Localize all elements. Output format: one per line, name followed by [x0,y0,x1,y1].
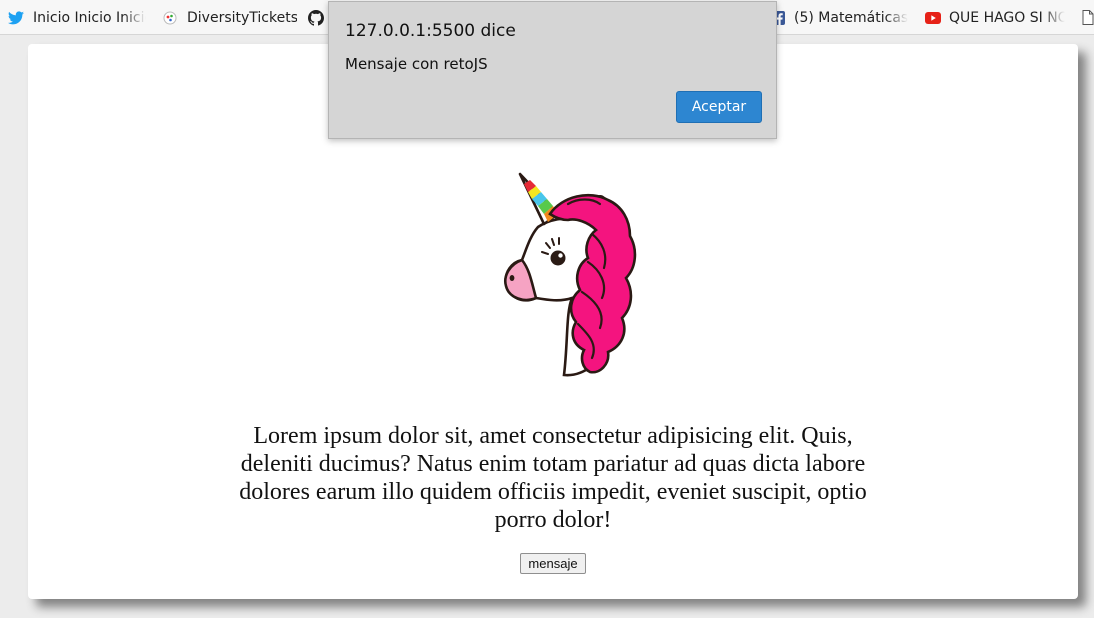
bookmark-label: (5) Matemáticas [794,9,909,26]
diversitytickets-icon [162,10,178,26]
dialog-message: Mensaje con retoJS [345,55,488,73]
alert-dialog: 127.0.0.1:5500 dice Mensaje con retoJS A… [328,1,777,139]
lorem-paragraph: Lorem ipsum dolor sit, amet consectetur … [239,423,867,533]
bookmark-label: QUE HAGO SI NO [949,9,1065,26]
bookmark-diversitytickets[interactable]: DiversityTickets [162,0,297,35]
twitter-icon [8,10,24,26]
bookmark-page[interactable] [1080,0,1094,35]
dialog-title: 127.0.0.1:5500 dice [345,21,516,41]
unicorn-illustration [504,172,637,377]
bookmark-github[interactable] [308,0,328,35]
bookmark-twitter[interactable]: Inicio Inicio Inicio [8,0,146,35]
mensaje-button[interactable]: mensaje [520,553,586,574]
accept-button[interactable]: Aceptar [676,91,762,123]
bookmark-facebook[interactable]: (5) Matemáticas [770,0,910,35]
bookmark-label: Inicio Inicio Inicio [33,9,146,26]
youtube-icon [925,10,941,26]
bookmark-label: DiversityTickets [187,9,297,26]
bookmark-youtube[interactable]: QUE HAGO SI NO [925,0,1065,35]
page-icon [1080,10,1094,26]
github-icon [308,9,324,26]
